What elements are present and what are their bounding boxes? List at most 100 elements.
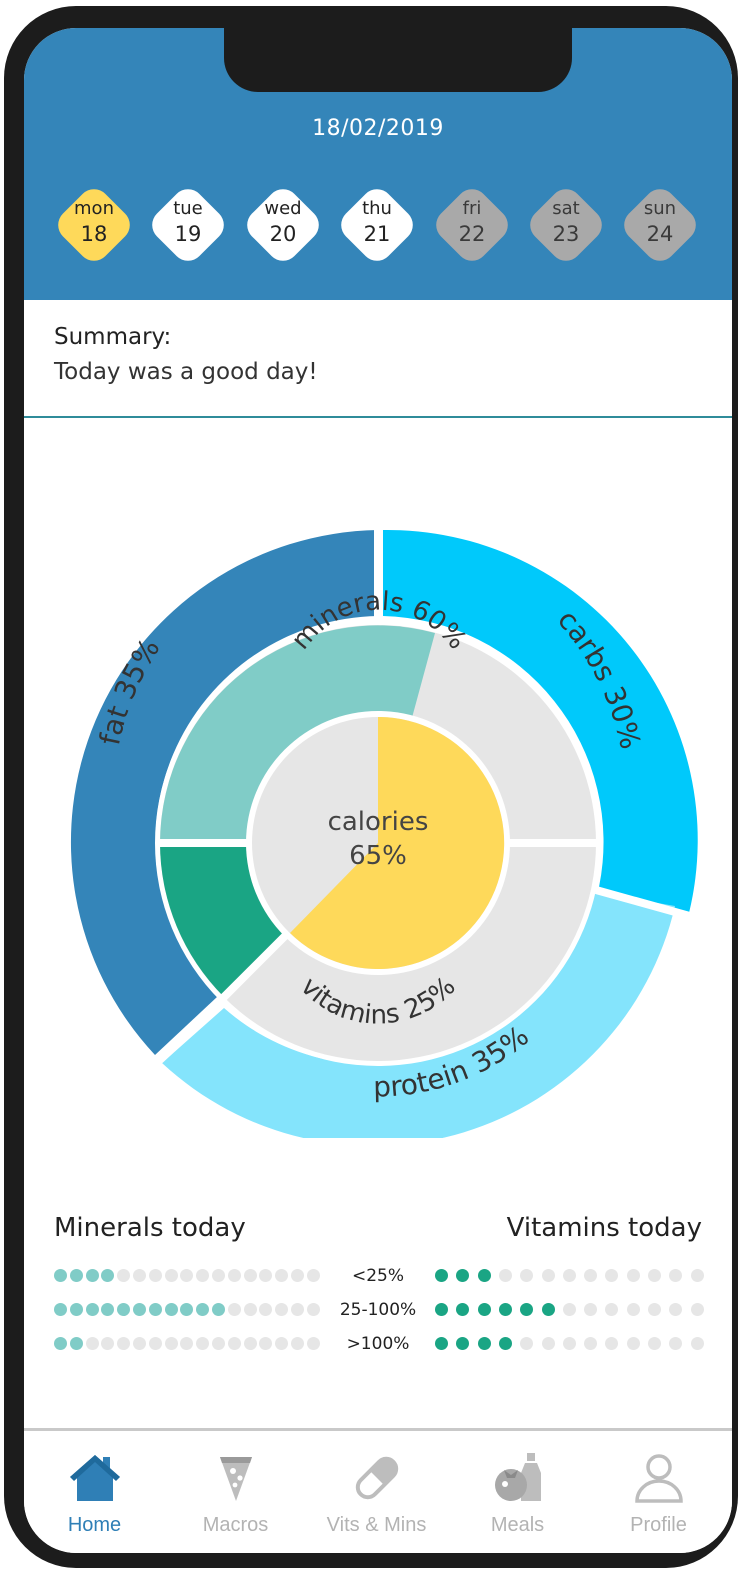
vitamin-dot-empty — [648, 1303, 661, 1316]
mineral-dot-empty — [227, 1303, 241, 1316]
day-number: 19 — [174, 222, 202, 246]
mineral-dot-filled — [148, 1303, 162, 1316]
mineral-dot-empty — [212, 1337, 225, 1350]
mineral-dot-empty — [306, 1269, 320, 1282]
vitamin-dot-filled — [541, 1303, 555, 1316]
day-sun[interactable]: sun 24 — [617, 182, 703, 268]
vitamin-dot-empty — [605, 1337, 619, 1350]
vitamin-dot-filled — [498, 1303, 512, 1316]
mineral-dot-filled — [85, 1269, 99, 1282]
mineral-dot-filled — [69, 1269, 83, 1282]
app-screen: 18/02/2019 mon 18 tue 19 wed 20 thu 21 f… — [24, 28, 732, 1553]
tab-vits-mins[interactable]: Vits & Mins — [306, 1431, 447, 1541]
vitamin-dot-empty — [648, 1269, 661, 1282]
vitamin-dot-empty — [690, 1269, 704, 1282]
vitamin-dot-empty — [584, 1303, 598, 1316]
mineral-dot-filled — [54, 1337, 67, 1350]
day-number: 24 — [646, 222, 674, 246]
day-label: tue — [173, 198, 203, 219]
mineral-dot-empty — [133, 1269, 146, 1282]
vitamin-dot-empty — [541, 1337, 555, 1350]
day-number: 23 — [552, 222, 580, 246]
mineral-dot-filled — [164, 1303, 178, 1316]
vitamin-dot-empty — [562, 1269, 576, 1282]
mineral-dot-empty — [85, 1337, 99, 1350]
mineral-dot-empty — [306, 1337, 320, 1350]
tab-profile[interactable]: Profile — [588, 1431, 729, 1541]
day-tue[interactable]: tue 19 — [145, 182, 231, 268]
mineral-dot-empty — [164, 1269, 178, 1282]
day-sat[interactable]: sat 23 — [523, 182, 609, 268]
mineral-dot-empty — [291, 1303, 304, 1316]
vitamin-dot-empty — [669, 1337, 683, 1350]
tab-label: Home — [67, 1514, 122, 1536]
nutrition-ring-chart: minerals 60% vitamins 25% protein 35% fa… — [70, 518, 706, 1138]
mineral-dot-filled — [212, 1303, 225, 1316]
day-label: thu — [362, 198, 392, 219]
vitamin-dot-empty — [669, 1269, 683, 1282]
vitamin-dot-filled — [435, 1337, 448, 1350]
device-notch — [224, 28, 572, 92]
mineral-dot-empty — [101, 1337, 115, 1350]
day-mon[interactable]: mon 18 — [51, 182, 137, 268]
current-date: 18/02/2019 — [312, 116, 444, 141]
vitamin-dot-empty — [498, 1269, 512, 1282]
vitamin-dot-empty — [584, 1269, 598, 1282]
tab-macros[interactable]: Macros — [165, 1431, 306, 1541]
day-wed[interactable]: wed 20 — [240, 182, 326, 268]
tab-meals[interactable]: Meals — [447, 1431, 588, 1541]
vitamin-dot-filled — [477, 1269, 491, 1282]
mineral-dot-empty — [227, 1337, 241, 1350]
vitamin-dot-filled — [456, 1269, 470, 1282]
day-label: sat — [552, 198, 580, 219]
day-label: mon — [74, 198, 114, 219]
pizza-slice-icon — [220, 1457, 252, 1501]
day-label: wed — [264, 198, 302, 219]
mineral-dot-empty — [212, 1269, 225, 1282]
mineral-dot-empty — [275, 1337, 289, 1350]
vitamin-dot-empty — [669, 1303, 683, 1316]
day-number: 21 — [363, 222, 391, 246]
day-fri[interactable]: fri 22 — [429, 182, 515, 268]
person-icon — [635, 1454, 683, 1503]
vitamins-today-title: Vitamins today — [506, 1213, 702, 1243]
vitamin-dot-empty — [605, 1303, 619, 1316]
day-number: 18 — [80, 222, 108, 246]
range-label-mid: 25-100% — [339, 1300, 417, 1320]
bottom-tab-bar: Home Macros Vits & Mins Meals Profile — [24, 1428, 732, 1553]
mineral-dot-filled — [117, 1303, 131, 1316]
day-label: sun — [643, 198, 677, 219]
tab-home[interactable]: Home — [24, 1431, 165, 1541]
home-icon — [70, 1455, 120, 1501]
vitamin-dot-empty — [626, 1269, 640, 1282]
vitamin-dot-filled — [520, 1303, 534, 1316]
mineral-dot-empty — [306, 1303, 320, 1316]
mineral-dot-filled — [85, 1303, 99, 1316]
mineral-dot-filled — [101, 1269, 115, 1282]
tab-label: Profile — [630, 1514, 687, 1536]
pill-icon — [355, 1456, 399, 1500]
vitamin-dot-filled — [435, 1303, 448, 1316]
mineral-dot-empty — [259, 1303, 273, 1316]
mineral-dot-empty — [117, 1269, 131, 1282]
vitamin-dot-empty — [520, 1337, 534, 1350]
phone-frame: 18/02/2019 mon 18 tue 19 wed 20 thu 21 f… — [4, 6, 738, 1568]
mineral-dot-empty — [243, 1269, 257, 1282]
mineral-dot-empty — [291, 1337, 304, 1350]
summary-divider — [24, 416, 732, 418]
vitamin-dot-empty — [541, 1269, 555, 1282]
mineral-dot-empty — [259, 1337, 273, 1350]
mineral-dot-filled — [101, 1303, 115, 1316]
mineral-dot-empty — [148, 1337, 162, 1350]
range-label-low: <25% — [351, 1266, 405, 1286]
mineral-dot-empty — [164, 1337, 178, 1350]
range-label-high: >100% — [346, 1334, 410, 1354]
mineral-dot-empty — [196, 1269, 210, 1282]
mineral-dot-empty — [196, 1337, 210, 1350]
summary-text: Today was a good day! — [54, 359, 318, 385]
mineral-dot-empty — [243, 1337, 257, 1350]
vitamin-dot-filled — [477, 1337, 491, 1350]
mineral-dot-filled — [54, 1303, 67, 1316]
vitamin-dot-empty — [648, 1337, 661, 1350]
day-thu[interactable]: thu 21 — [334, 182, 420, 268]
